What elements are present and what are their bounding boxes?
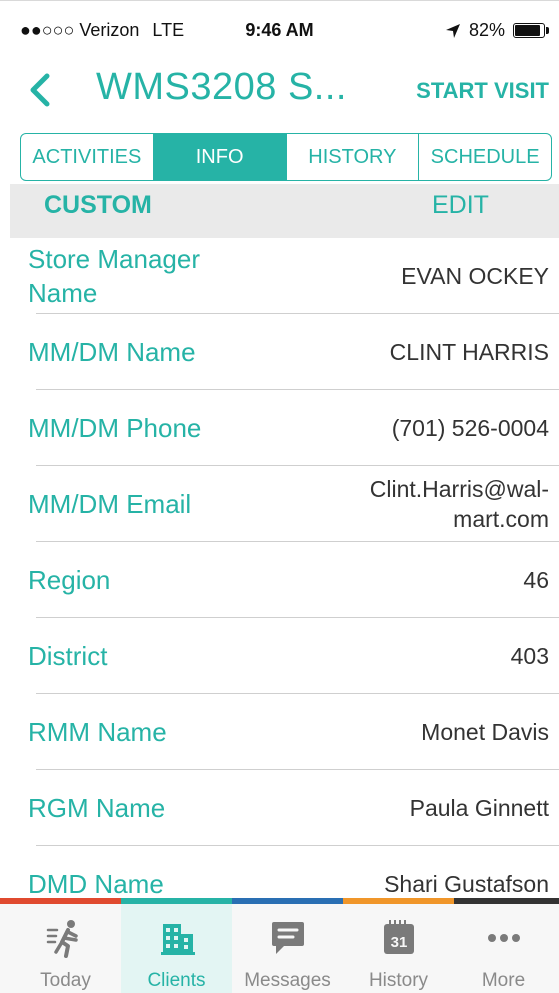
field-value: Shari Gustafson bbox=[384, 871, 549, 897]
list-item: District 403 bbox=[0, 618, 559, 694]
building-icon bbox=[160, 924, 195, 955]
list-item: RMM Name Monet Davis bbox=[0, 694, 559, 770]
back-chevron-icon[interactable] bbox=[20, 70, 60, 110]
list-item: RGM Name Paula Ginnett bbox=[0, 770, 559, 846]
field-label: Region bbox=[28, 565, 111, 595]
field-label: MM/DM Phone bbox=[28, 413, 202, 443]
field-label: DMD Name bbox=[28, 869, 164, 898]
tab-today[interactable]: Today bbox=[10, 904, 121, 993]
field-label: RGM Name bbox=[28, 793, 166, 823]
edit-button[interactable]: EDIT bbox=[432, 191, 489, 220]
top-divider bbox=[0, 0, 559, 1]
field-value: CLINT HARRIS bbox=[389, 339, 549, 365]
info-list[interactable]: Store Manager Name EVAN OCKEY MM/DM Name… bbox=[0, 238, 559, 898]
field-value: Monet Davis bbox=[421, 719, 549, 745]
tab-clients[interactable]: Clients bbox=[121, 904, 232, 993]
tab-history[interactable]: HISTORY bbox=[285, 134, 419, 180]
tab-label: Messages bbox=[244, 970, 331, 991]
status-bar: ●●○○○ Verizon LTE 9:46 AM 82% bbox=[0, 12, 559, 48]
field-label: MM/DM Name bbox=[28, 337, 196, 367]
walking-person-icon bbox=[46, 920, 78, 958]
tab-label: Clients bbox=[147, 970, 206, 991]
list-item: Store Manager Name EVAN OCKEY bbox=[0, 238, 559, 314]
tab-messages[interactable]: Messages bbox=[232, 904, 343, 993]
battery-icon bbox=[513, 23, 549, 38]
field-value: EVAN OCKEY bbox=[401, 263, 549, 289]
tab-schedule[interactable]: SCHEDULE bbox=[418, 134, 551, 180]
field-value: 46 bbox=[523, 567, 549, 593]
status-right: 82% bbox=[445, 20, 549, 41]
start-visit-button[interactable]: START VISIT bbox=[416, 78, 549, 104]
more-dots-icon bbox=[487, 934, 520, 942]
tab-history[interactable]: 31 History bbox=[343, 904, 454, 993]
field-value: Paula Ginnett bbox=[409, 795, 549, 821]
nav-header: WMS3208 S... START VISIT bbox=[0, 60, 559, 120]
list-item: MM/DM Name CLINT HARRIS bbox=[0, 314, 559, 390]
tab-activities[interactable]: ACTIVITIES bbox=[21, 134, 153, 180]
page-title: WMS3208 S... bbox=[96, 66, 347, 108]
message-icon bbox=[271, 922, 304, 954]
calendar-icon: 31 bbox=[383, 920, 414, 954]
field-label: RMM Name bbox=[28, 717, 167, 747]
calendar-day: 31 bbox=[390, 934, 407, 951]
field-label: District bbox=[28, 641, 108, 671]
list-item: Region 46 bbox=[0, 542, 559, 618]
tab-label: More bbox=[481, 970, 526, 991]
segmented-tabs: ACTIVITIES INFO HISTORY SCHEDULE bbox=[20, 133, 552, 181]
list-item: MM/DM Phone (701) 526-0004 bbox=[0, 390, 559, 466]
bottom-tab-bar: Today Clients Messages 31 History More bbox=[0, 898, 559, 993]
location-arrow-icon bbox=[445, 23, 460, 38]
battery-percent: 82% bbox=[468, 20, 505, 40]
tab-info[interactable]: INFO bbox=[152, 134, 286, 180]
section-header: CUSTOM EDIT bbox=[10, 184, 559, 238]
field-value: 403 bbox=[510, 643, 549, 669]
list-item: MM/DM Email Clint.Harris@wal-mart.com bbox=[0, 466, 559, 542]
field-label: MM/DM Email bbox=[28, 489, 192, 519]
phone-link[interactable]: (701) 526-0004 bbox=[289, 413, 549, 443]
email-link[interactable]: Clint.Harris@wal-mart.com bbox=[329, 474, 549, 534]
tab-more[interactable]: More bbox=[448, 904, 559, 993]
field-label: Store Manager Name bbox=[28, 244, 200, 308]
list-item: DMD Name Shari Gustafson bbox=[0, 846, 559, 898]
tab-label: History bbox=[368, 970, 429, 991]
custom-section-label: CUSTOM bbox=[44, 191, 152, 219]
tab-label: Today bbox=[40, 970, 91, 991]
